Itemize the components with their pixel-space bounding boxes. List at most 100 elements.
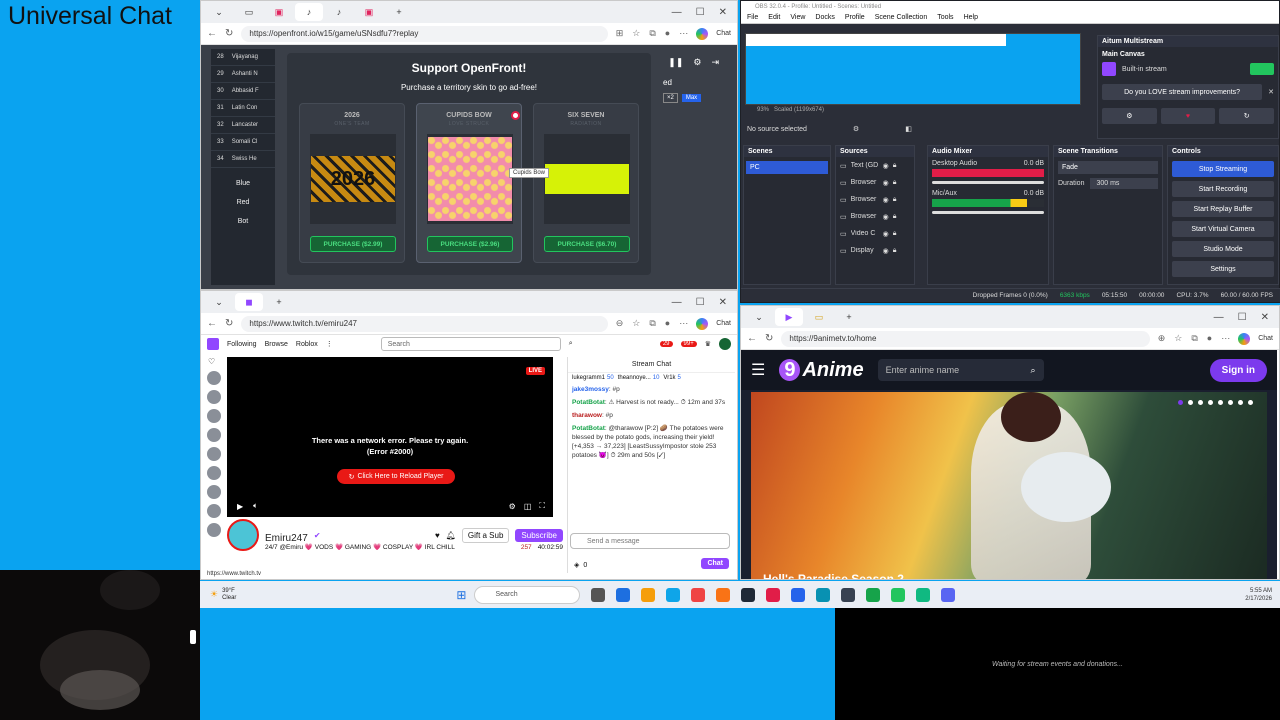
- menu-icon[interactable]: ⋯: [1221, 333, 1230, 344]
- clock-date[interactable]: 2/17/2026: [1245, 595, 1272, 603]
- obs-menu-item[interactable]: Profile: [845, 14, 865, 21]
- split-screen-icon[interactable]: ⧉: [1191, 333, 1197, 344]
- chevron-down-icon[interactable]: ⌄: [205, 293, 233, 311]
- search-input[interactable]: Search: [380, 337, 561, 351]
- obs-menu-item[interactable]: File: [747, 14, 758, 21]
- chat-input[interactable]: Send a message: [570, 533, 730, 549]
- weather-icon[interactable]: ☀: [210, 589, 218, 600]
- avatar[interactable]: [719, 338, 731, 350]
- whisper-badge[interactable]: 99+: [680, 341, 697, 347]
- browser-tab[interactable]: ▭: [805, 308, 833, 326]
- reload-player-button[interactable]: ↻ Click Here to Reload Player: [337, 469, 455, 484]
- notification-badge[interactable]: 29: [659, 341, 673, 347]
- pause-icon[interactable]: ❚❚: [668, 57, 683, 68]
- volume-slider[interactable]: [932, 211, 1044, 214]
- leaderboard-row[interactable]: 31 Latin Con: [211, 100, 275, 117]
- extension-icon[interactable]: ⊕: [1158, 333, 1166, 344]
- purchase-button[interactable]: PURCHASE ($2.96): [427, 236, 513, 252]
- chat-username[interactable]: tharawow: [572, 412, 602, 419]
- control-button[interactable]: Settings: [1172, 261, 1274, 277]
- zoom-icon[interactable]: ⊖: [616, 318, 624, 329]
- skin-card-six-seven[interactable]: SIX SEVEN RADIATION PURCHASE ($6.70): [533, 103, 639, 263]
- menu-icon[interactable]: ⋯: [679, 28, 688, 39]
- volume-slider[interactable]: [932, 181, 1044, 184]
- chat-label[interactable]: Chat: [1258, 335, 1273, 342]
- minimize-icon[interactable]: —: [1214, 312, 1224, 323]
- team-item[interactable]: Red: [211, 193, 275, 212]
- lock-icon[interactable]: 🔒︎: [893, 162, 897, 170]
- twitch-logo-icon[interactable]: [207, 338, 219, 350]
- minimize-icon[interactable]: —: [672, 7, 682, 18]
- heart-icon[interactable]: ♥: [1160, 108, 1216, 124]
- lock-icon[interactable]: 🔒︎: [893, 230, 897, 238]
- back-icon[interactable]: ←: [207, 28, 217, 39]
- chat-username[interactable]: jake3mossy: [572, 386, 609, 393]
- gifter-item[interactable]: theannoye... 10: [618, 375, 660, 381]
- sign-in-button[interactable]: Sign in: [1209, 358, 1267, 382]
- theatre-icon[interactable]: ◫: [524, 502, 532, 511]
- play-icon[interactable]: ▶: [237, 502, 243, 511]
- team-item[interactable]: Blue: [211, 174, 275, 193]
- taskbar-app-icon[interactable]: [616, 587, 631, 602]
- control-button[interactable]: Start Recording: [1172, 181, 1274, 197]
- lock-icon[interactable]: 🔒︎: [893, 179, 897, 187]
- filters-icon[interactable]: ◧: [905, 125, 912, 133]
- obs-menu-item[interactable]: Edit: [768, 14, 780, 21]
- follow-heart-icon[interactable]: ♥: [435, 531, 440, 540]
- crown-icon[interactable]: ♛: [705, 340, 711, 348]
- max-speed-button[interactable]: Max: [681, 94, 702, 102]
- control-button[interactable]: Stop Streaming: [1172, 161, 1274, 177]
- profile-icon[interactable]: ●: [665, 318, 670, 329]
- browser-tab-active[interactable]: ♪: [295, 3, 323, 21]
- settings-icon[interactable]: ⚙: [693, 57, 701, 68]
- leaderboard-row[interactable]: 30 Abbasid F: [211, 83, 275, 100]
- copilot-icon[interactable]: [696, 317, 709, 330]
- browser-tab[interactable]: ♪: [325, 3, 353, 21]
- duration-input[interactable]: 300 ms: [1090, 178, 1158, 189]
- new-tab-button[interactable]: +: [835, 308, 863, 326]
- streamer-avatar[interactable]: [227, 519, 259, 551]
- streamer-name[interactable]: Emiru247: [265, 533, 308, 544]
- more-icon[interactable]: ⋮: [326, 340, 333, 348]
- refresh-icon[interactable]: ↻: [765, 333, 773, 344]
- menu-icon[interactable]: ⋯: [679, 318, 688, 329]
- source-item[interactable]: ▭ Video C ◉ 🔒︎: [836, 225, 914, 242]
- taskbar-app-icon[interactable]: [841, 587, 856, 602]
- hero-banner[interactable]: Hell's Paradise Season 2: [751, 392, 1267, 579]
- chat-label[interactable]: Chat: [716, 320, 731, 327]
- taskbar-search[interactable]: Search: [474, 585, 581, 604]
- obs-menu-item[interactable]: Help: [964, 14, 978, 21]
- refresh-icon[interactable]: ↻: [1219, 108, 1275, 124]
- source-item[interactable]: ▭ Browser ◉ 🔒︎: [836, 191, 914, 208]
- favorite-icon[interactable]: ☆: [632, 28, 640, 39]
- hamburger-menu-icon[interactable]: ☰: [751, 360, 765, 380]
- nav-roblox[interactable]: Roblox: [296, 341, 318, 348]
- chat-label[interactable]: Chat: [716, 30, 731, 37]
- skin-card-cupids-bow[interactable]: CUPIDS BOW LOVE STRUCK PURCHASE ($2.96): [416, 103, 522, 263]
- leaderboard-row[interactable]: 33 Somali Cl: [211, 134, 275, 151]
- close-icon[interactable]: ✕: [719, 297, 727, 308]
- taskbar-app-icon[interactable]: [791, 587, 806, 602]
- subscribe-button[interactable]: Subscribe: [515, 528, 563, 542]
- back-icon[interactable]: ←: [207, 318, 217, 329]
- copilot-icon[interactable]: [1238, 332, 1251, 345]
- gifter-item[interactable]: lukegramm1 50: [572, 375, 614, 381]
- address-bar[interactable]: https://9animetv.to/home: [781, 330, 1150, 347]
- heart-icon[interactable]: ♡: [205, 357, 223, 366]
- settings-icon[interactable]: ⚙: [509, 502, 516, 511]
- chevron-down-icon[interactable]: ⌄: [745, 308, 773, 326]
- read-aloud-icon[interactable]: ⊞: [616, 28, 624, 39]
- eye-icon[interactable]: ◉: [883, 247, 889, 255]
- purchase-button[interactable]: PURCHASE ($6.70): [544, 236, 630, 252]
- favorite-icon[interactable]: ☆: [1174, 333, 1182, 344]
- team-item[interactable]: Bot: [211, 212, 275, 231]
- settings-icon[interactable]: ⚙: [1102, 108, 1157, 124]
- eye-icon[interactable]: ◉: [883, 196, 889, 204]
- speed-button[interactable]: ×2: [663, 93, 678, 103]
- preview-zoom[interactable]: 93%: [757, 107, 769, 113]
- bell-icon[interactable]: 🔔︎: [446, 531, 456, 540]
- skin-card-2026[interactable]: 2026 ONE'S TEAM 2026 PURCHASE ($2.99): [299, 103, 405, 263]
- taskbar-app-icon[interactable]: [666, 587, 681, 602]
- source-item[interactable]: ▭ Browser ◉ 🔒︎: [836, 174, 914, 191]
- taskbar-app-icon[interactable]: [766, 587, 781, 602]
